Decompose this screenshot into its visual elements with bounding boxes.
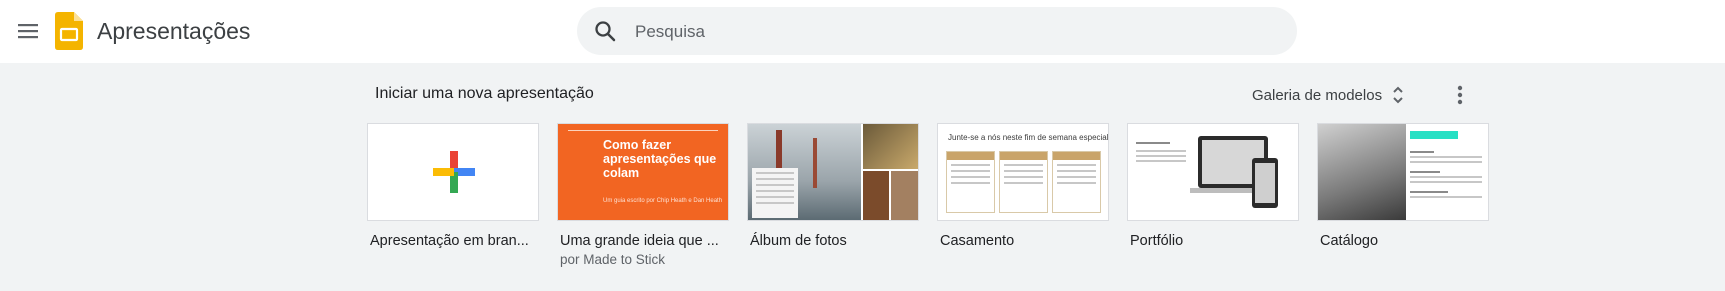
template-gallery-button[interactable]: Galeria de modelos — [1252, 82, 1404, 108]
skatepark-photo — [1318, 124, 1406, 220]
template-thumbnail[interactable] — [747, 123, 919, 221]
text-block — [1136, 142, 1186, 162]
search-input[interactable] — [633, 19, 1237, 45]
search-icon[interactable] — [593, 19, 617, 43]
template-catalog[interactable]: Catálogo — [1317, 123, 1489, 249]
template-photo-album[interactable]: Álbum de fotos — [747, 123, 919, 249]
thumbnail-subtitle: Um guia escrito por Chip Heath e Dan Hea… — [603, 198, 723, 204]
template-name: Catálogo — [1320, 233, 1379, 249]
top-app-bar: Apresentações — [0, 0, 1725, 63]
hamburger-menu-icon — [18, 24, 38, 39]
template-wedding[interactable]: Junte-se a nós neste fim de semana espec… — [937, 123, 1109, 249]
template-name: Portfólio — [1130, 233, 1184, 249]
template-thumbnail[interactable] — [367, 123, 539, 221]
template-name: Apresentação em bran... — [370, 233, 529, 249]
bridge-tower — [813, 138, 817, 188]
main-menu-button[interactable] — [8, 14, 48, 48]
template-thumbnail[interactable] — [1317, 123, 1489, 221]
template-name: Casamento — [940, 233, 1015, 249]
text-block — [1410, 148, 1482, 198]
more-options-button[interactable] — [1448, 80, 1472, 110]
colorful-plus-icon — [433, 151, 475, 193]
template-thumbnail[interactable]: Como fazer apresentações que colam Um gu… — [557, 123, 729, 221]
thumbnail-heading: Junte-se a nós neste fim de semana espec… — [948, 133, 1109, 142]
section-title: Iniciar uma nova apresentação — [375, 85, 594, 102]
template-name: Uma grande ideia que ... — [560, 233, 719, 249]
phone-mockup — [1252, 158, 1278, 208]
info-column — [946, 151, 995, 213]
more-vert-icon — [1457, 85, 1463, 105]
app-title[interactable]: Apresentações — [97, 17, 250, 45]
template-big-idea[interactable]: Como fazer apresentações que colam Um gu… — [557, 123, 729, 267]
template-blank[interactable]: Apresentação em bran... — [367, 123, 539, 249]
thumbnail-divider — [568, 130, 718, 131]
slides-logo-icon[interactable] — [55, 12, 83, 50]
template-name: Álbum de fotos — [750, 233, 847, 249]
info-column — [999, 151, 1048, 213]
title-highlight — [1410, 131, 1458, 139]
text-card — [752, 168, 798, 218]
unfold-icon — [1393, 86, 1403, 104]
search-bar[interactable] — [577, 7, 1297, 55]
template-thumbnail[interactable] — [1127, 123, 1299, 221]
template-author: por Made to Stick — [560, 252, 666, 267]
template-portfolio[interactable]: Portfólio — [1127, 123, 1299, 249]
template-thumbnail[interactable]: Junte-se a nós neste fim de semana espec… — [937, 123, 1109, 221]
photo-tile — [891, 171, 918, 220]
thumbnail-title: Como fazer apresentações que colam — [603, 138, 717, 180]
template-gallery-label: Galeria de modelos — [1252, 86, 1383, 104]
leaf-photo — [863, 124, 918, 169]
photo-tile — [863, 171, 889, 220]
info-column — [1052, 151, 1101, 213]
